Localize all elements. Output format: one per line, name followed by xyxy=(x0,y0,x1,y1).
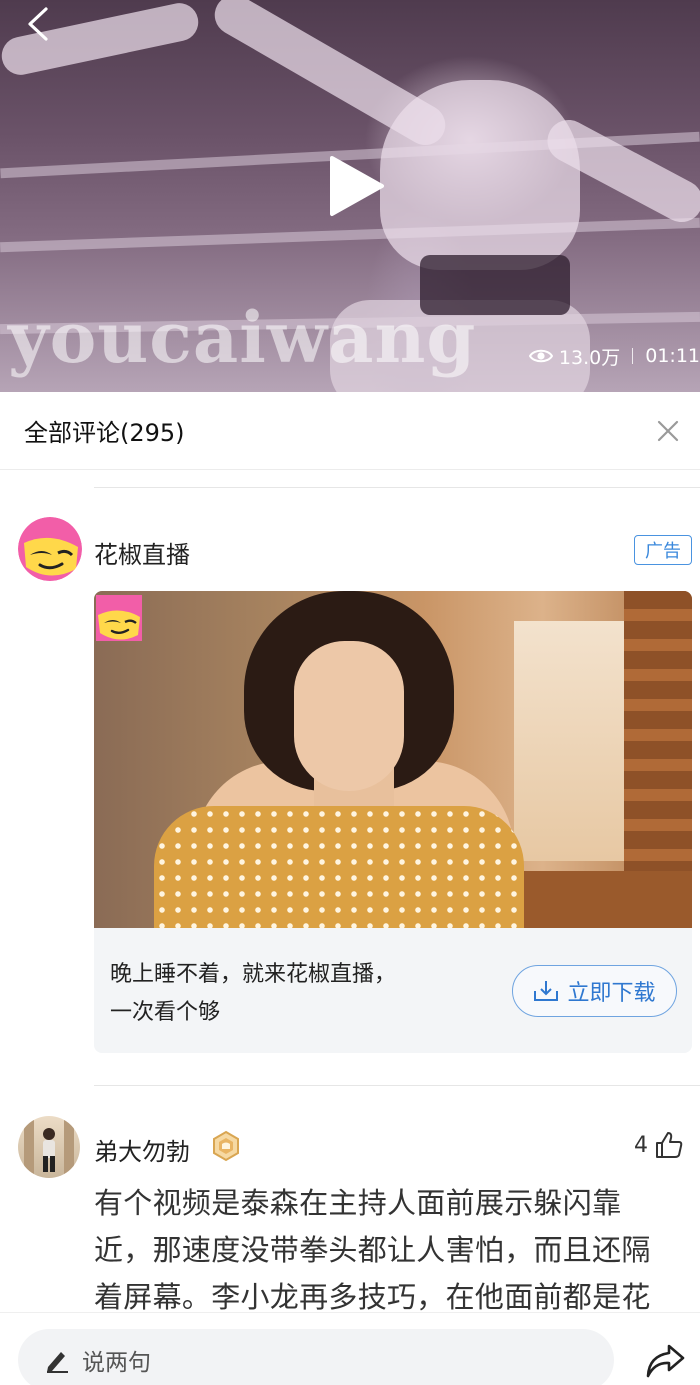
view-count: 13.0万 xyxy=(558,346,621,369)
divider xyxy=(94,1085,700,1086)
ad-avatar[interactable] xyxy=(18,517,82,581)
ad-card[interactable]: 晚上睡不着，就来花椒直播， 一次看个够 立即下载 xyxy=(94,591,692,1053)
close-icon xyxy=(657,420,679,441)
chevron-left-icon xyxy=(28,7,48,41)
like-count: 4 xyxy=(634,1132,648,1158)
ad-image-face xyxy=(294,641,404,791)
eye-icon xyxy=(528,347,553,365)
ad-description-line: 一次看个够 xyxy=(110,1000,221,1025)
watermark: youcaiwang xyxy=(8,296,477,379)
huajiao-mini-logo-icon xyxy=(96,595,142,641)
play-icon xyxy=(330,156,384,216)
ad-image-dress xyxy=(154,806,524,928)
comments-header: 全部评论(295) xyxy=(0,392,700,470)
download-label: 立即下载 xyxy=(567,981,656,1006)
comment-input-placeholder: 说两句 xyxy=(82,1350,151,1376)
pen-icon xyxy=(44,1347,70,1373)
video-duration: 01:11 xyxy=(645,345,700,367)
download-button[interactable]: 立即下载 xyxy=(512,965,677,1017)
comment-text-line: 有个视频是泰森在主持人面前展示躲闪靠 xyxy=(94,1186,622,1220)
divider xyxy=(94,487,700,488)
video-figure xyxy=(380,80,580,270)
comment-input[interactable]: 说两句 xyxy=(18,1329,614,1385)
close-button[interactable] xyxy=(646,409,690,453)
medal-icon xyxy=(210,1130,242,1162)
thumbs-up-icon xyxy=(654,1130,684,1160)
ad-image-shelf xyxy=(514,871,692,928)
comment-username[interactable]: 弟大勿勃 xyxy=(94,1132,190,1167)
meta-divider xyxy=(632,348,634,364)
video-meta: 13.0万 01:11 xyxy=(528,342,700,370)
ad-name[interactable]: 花椒直播 xyxy=(94,535,190,570)
like-button[interactable]: 4 xyxy=(634,1130,684,1160)
huajiao-logo-icon xyxy=(18,517,82,581)
avatar[interactable] xyxy=(18,1116,80,1178)
bottom-bar: 说两句 xyxy=(0,1312,700,1385)
comment-text-line: 近，那速度没带拳头都让人害怕，而且还隔 xyxy=(94,1233,651,1267)
comments-title: 全部评论(295) xyxy=(24,419,185,447)
share-icon xyxy=(646,1344,685,1378)
download-icon xyxy=(533,979,559,1003)
play-button[interactable] xyxy=(324,154,388,218)
ring-rope xyxy=(0,217,700,253)
ad-description: 晚上睡不着，就来花椒直播， 一次看个够 xyxy=(110,956,480,1032)
comment-text: 有个视频是泰森在主持人面前展示躲闪靠 近，那速度没带拳头都让人害怕，而且还隔 着… xyxy=(94,1180,694,1321)
share-button[interactable] xyxy=(640,1339,690,1383)
back-button[interactable] xyxy=(20,6,56,42)
user-photo-icon xyxy=(24,1116,74,1178)
ad-image[interactable] xyxy=(94,591,692,928)
video-player[interactable]: youcaiwang 13.0万 01:11 xyxy=(0,0,700,392)
ad-description-line: 晚上睡不着，就来花椒直播， xyxy=(110,962,397,987)
ad-badge: 广告 xyxy=(634,535,692,565)
